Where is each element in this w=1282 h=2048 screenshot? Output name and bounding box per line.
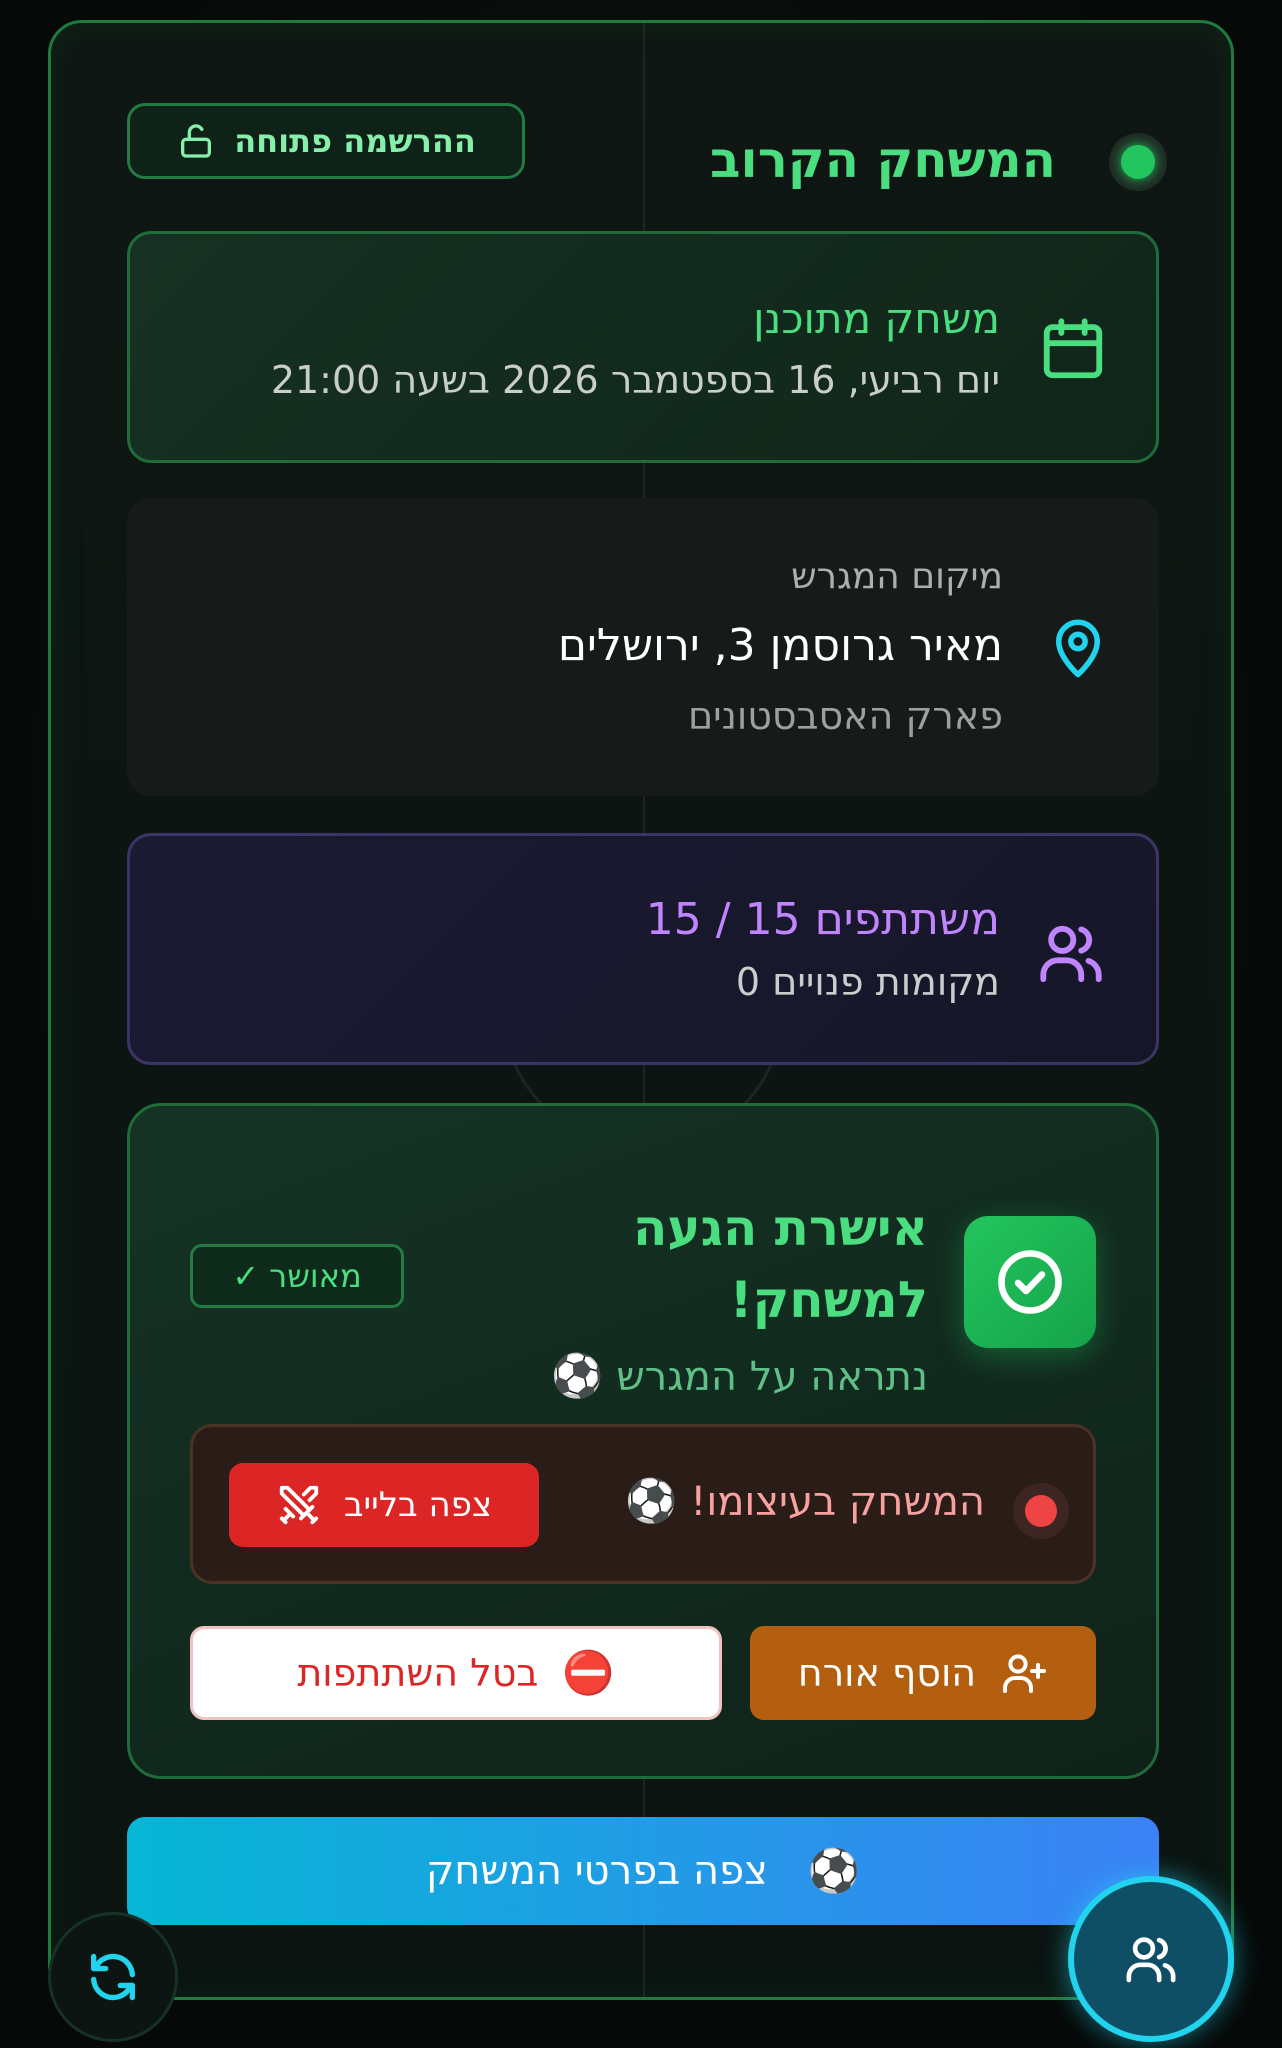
participants-count: משתתפים 15 / 15 [645, 894, 1000, 945]
location-card[interactable]: מיקום המגרש מאיר גרוסמן 3, ירושלים פארק … [127, 498, 1159, 796]
confirmation-subtitle: נתראה על המגרש ⚽ [551, 1354, 928, 1400]
live-status: המשחק בעיצומו! ⚽ [625, 1479, 985, 1525]
free-spots-count: מקומות פנויים 0 [735, 960, 1000, 1004]
users-icon [1123, 1931, 1179, 1987]
add-guest-button[interactable]: הוסף אורח [750, 1626, 1096, 1720]
game-schedule-title: משחק מתוכנן [753, 294, 1000, 343]
app-screen: המשחק הקרוב ההרשמה פתוחה משחק מתוכנן יום… [0, 0, 1282, 2048]
approved-status-badge: מאושר ✓ [190, 1244, 404, 1308]
add-guest-label: הוסף אורח [797, 1651, 977, 1695]
checkmark-icon: ✓ [232, 1257, 260, 1295]
soccer-ball-icon: ⚽ [625, 1476, 678, 1525]
live-recording-dot [1013, 1483, 1069, 1539]
refresh-button[interactable] [48, 1912, 178, 2042]
soccer-ball-icon: ⚽ [551, 1351, 604, 1400]
cancel-participation-button[interactable]: ⛔ בטל השתתפות [190, 1626, 722, 1720]
view-game-details-label: צפה בפרטי המשחק [425, 1848, 768, 1894]
calendar-icon [1038, 314, 1108, 384]
view-game-details-button[interactable]: ⚽ צפה בפרטי המשחק [127, 1817, 1159, 1925]
registration-status-badge: ההרשמה פתוחה [127, 103, 525, 179]
soccer-ball-icon: ⚽ [807, 1846, 861, 1895]
location-address: מאיר גרוסמן 3, ירושלים [557, 620, 1003, 671]
attendance-confirmation-card: אישרת הגעה למשחק! נתראה על המגרש ⚽ מאושר… [127, 1103, 1159, 1779]
next-game-panel: המשחק הקרוב ההרשמה פתוחה משחק מתוכנן יום… [48, 20, 1234, 2000]
participants-card[interactable]: משתתפים 15 / 15 מקומות פנויים 0 [127, 833, 1159, 1065]
confirmation-title: אישרת הגעה למשחק! [632, 1199, 928, 1329]
refresh-icon [84, 1948, 142, 2006]
status-indicator-dot [1109, 133, 1167, 191]
users-icon [1034, 918, 1108, 988]
game-schedule-card: משחק מתוכנן יום רביעי, 16 בספטמבר 2026 ב… [127, 231, 1159, 463]
players-fab-button[interactable] [1068, 1876, 1234, 2042]
map-pin-icon [1045, 612, 1111, 682]
user-plus-icon [1000, 1649, 1048, 1697]
confirmation-subtitle-text: נתראה על המגרש [616, 1354, 928, 1400]
watch-live-label: צפה בלייב [343, 1485, 493, 1525]
live-status-text: המשחק בעיצומו! [690, 1479, 985, 1525]
page-title: המשחק הקרוב [710, 131, 1056, 189]
location-park-name: פארק האסבסטונים [687, 694, 1003, 738]
watch-live-button[interactable]: צפה בלייב [229, 1463, 539, 1547]
cancel-participation-label: בטל השתתפות [297, 1651, 539, 1695]
game-datetime: יום רביעי, 16 בספטמבר 2026 בשעה 21:00 [270, 358, 1000, 402]
live-game-banner: המשחק בעיצומו! ⚽ צפה בלייב [190, 1424, 1096, 1584]
unlock-icon [176, 121, 216, 161]
check-circle-icon [964, 1216, 1096, 1348]
no-entry-icon: ⛔ [562, 1648, 615, 1697]
swords-icon [276, 1482, 322, 1528]
registration-status-label: ההרשמה פתוחה [234, 122, 476, 160]
location-label: מיקום המגרש [791, 556, 1003, 597]
approved-status-label: מאושר [269, 1257, 362, 1295]
